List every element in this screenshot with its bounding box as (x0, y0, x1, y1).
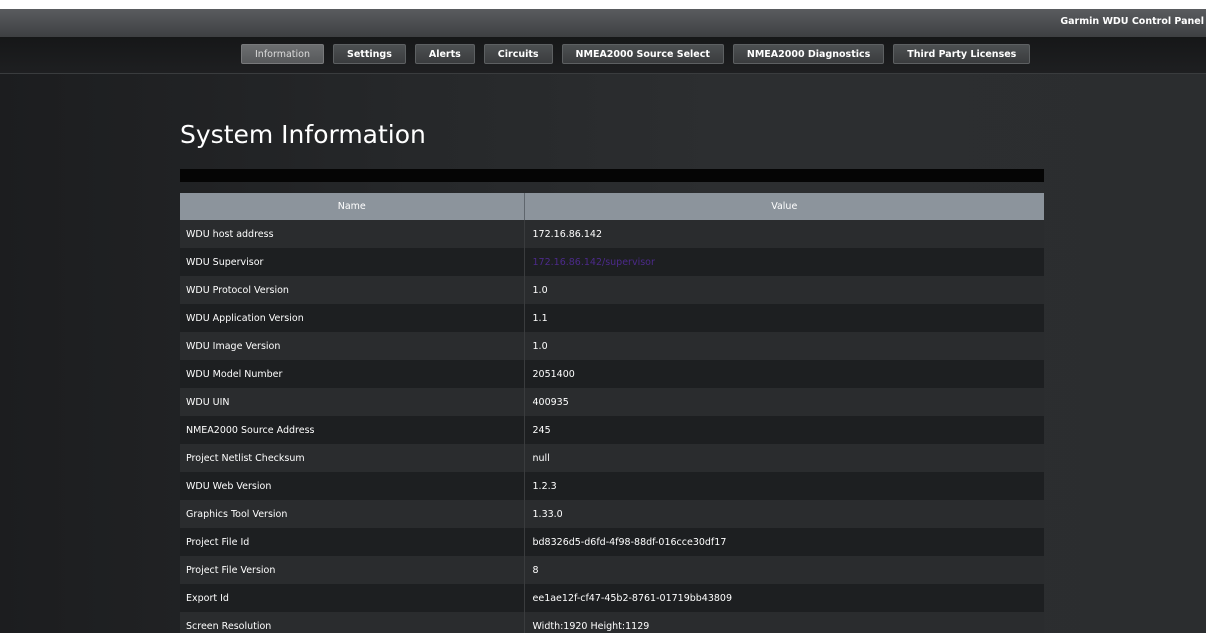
row-value: 172.16.86.142/supervisor (524, 248, 1044, 276)
column-header-value: Value (524, 193, 1044, 220)
row-name: Screen Resolution (180, 612, 525, 633)
row-value: bd8326d5-d6fd-4f98-88df-016cce30df17 (524, 528, 1044, 556)
row-name: Graphics Tool Version (180, 500, 525, 528)
tab-nmea2000-source-select[interactable]: NMEA2000 Source Select (561, 44, 724, 64)
column-header-name: Name (180, 193, 525, 220)
row-name: WDU Application Version (180, 304, 525, 332)
row-value: 1.0 (524, 332, 1044, 360)
row-name: Export Id (180, 584, 525, 612)
tab-third-party-licenses[interactable]: Third Party Licenses (893, 44, 1031, 64)
table-row: WDU UIN 400935 (180, 388, 1044, 416)
table-row: WDU Model Number 2051400 (180, 360, 1044, 388)
row-name: WDU Supervisor (180, 248, 525, 276)
table-row: WDU Supervisor 172.16.86.142/supervisor (180, 248, 1044, 276)
row-value: 1.1 (524, 304, 1044, 332)
table-row: WDU Web Version 1.2.3 (180, 472, 1044, 500)
row-name: WDU Model Number (180, 360, 525, 388)
row-name: WDU Image Version (180, 332, 525, 360)
row-name: WDU host address (180, 220, 525, 248)
tab-settings[interactable]: Settings (333, 44, 406, 64)
row-value: ee1ae12f-cf47-45b2-8761-01719bb43809 (524, 584, 1044, 612)
row-value: 1.33.0 (524, 500, 1044, 528)
title-bar: Garmin WDU Control Panel (0, 9, 1206, 37)
row-value: null (524, 444, 1044, 472)
table-row: Project Netlist Checksum null (180, 444, 1044, 472)
tab-information[interactable]: Information (241, 44, 324, 64)
table-row: WDU host address 172.16.86.142 (180, 220, 1044, 248)
divider-bar (180, 169, 1044, 182)
table-row: WDU Application Version 1.1 (180, 304, 1044, 332)
system-info-table: Name Value WDU host address 172.16.86.142… (180, 193, 1044, 633)
row-name: Project Netlist Checksum (180, 444, 525, 472)
row-name: WDU UIN (180, 388, 525, 416)
page-title: System Information (180, 120, 426, 149)
tab-nmea2000-diagnostics[interactable]: NMEA2000 Diagnostics (732, 44, 885, 64)
row-value: 1.0 (524, 276, 1044, 304)
row-name: NMEA2000 Source Address (180, 416, 525, 444)
app-title: Garmin WDU Control Panel (1060, 16, 1204, 27)
table-row: WDU Protocol Version 1.0 (180, 276, 1044, 304)
row-value: 8 (524, 556, 1044, 584)
row-value: Width:1920 Height:1129 (524, 612, 1044, 633)
row-name: WDU Protocol Version (180, 276, 525, 304)
row-name: WDU Web Version (180, 472, 525, 500)
table-row: Graphics Tool Version 1.33.0 (180, 500, 1044, 528)
table-row: Screen Resolution Width:1920 Height:1129 (180, 612, 1044, 633)
row-value: 2051400 (524, 360, 1044, 388)
page: Garmin WDU Control Panel Information Set… (0, 9, 1206, 633)
table-row: Project File Version 8 (180, 556, 1044, 584)
row-name: Project File Id (180, 528, 525, 556)
main-content: System Information Name Value WDU host a… (180, 117, 1044, 633)
tab-alerts[interactable]: Alerts (414, 44, 475, 64)
table-row: Project File Id bd8326d5-d6fd-4f98-88df-0… (180, 528, 1044, 556)
table-header-row: Name Value (180, 193, 1044, 220)
row-value: 172.16.86.142 (524, 220, 1044, 248)
table-row: NMEA2000 Source Address 245 (180, 416, 1044, 444)
supervisor-link[interactable]: 172.16.86.142/supervisor (533, 257, 655, 268)
row-value: 400935 (524, 388, 1044, 416)
nav-bar: Information Settings Alerts Circuits NME… (0, 37, 1206, 74)
tab-list: Information Settings Alerts Circuits NME… (241, 44, 1031, 64)
row-name: Project File Version (180, 556, 525, 584)
table-row: Export Id ee1ae12f-cf47-45b2-8761-01719bb… (180, 584, 1044, 612)
tab-circuits[interactable]: Circuits (483, 44, 553, 64)
row-value: 1.2.3 (524, 472, 1044, 500)
table-row: WDU Image Version 1.0 (180, 332, 1044, 360)
row-value: 245 (524, 416, 1044, 444)
